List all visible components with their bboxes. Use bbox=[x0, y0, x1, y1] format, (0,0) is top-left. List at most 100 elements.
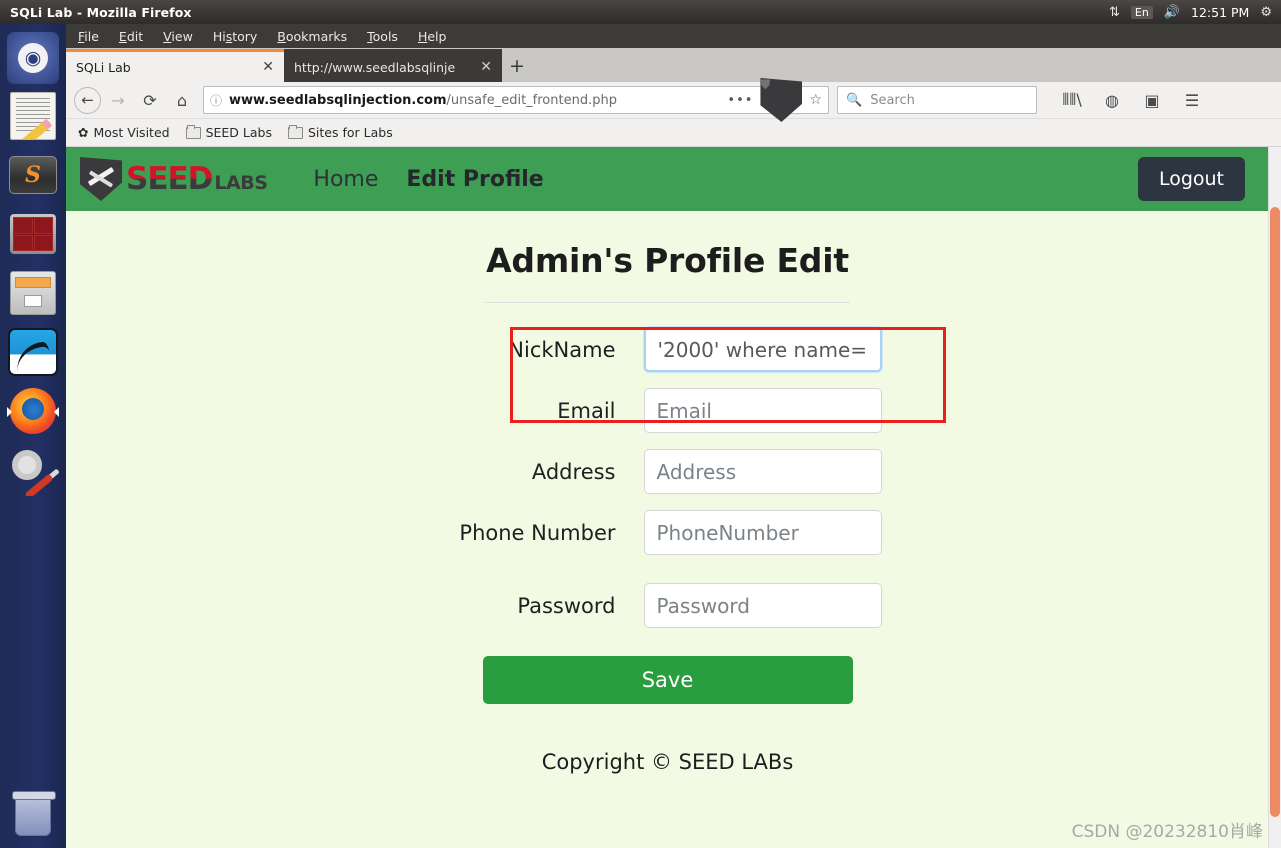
bookmark-label: Most Visited bbox=[93, 125, 170, 140]
pocket-icon[interactable]: ⛊ bbox=[760, 78, 803, 122]
launcher-running-indicator bbox=[7, 407, 12, 417]
ellipsis-icon[interactable]: ••• bbox=[727, 93, 753, 108]
sidebar-icon[interactable]: ▣ bbox=[1137, 86, 1167, 114]
menu-edit[interactable]: Edit bbox=[119, 29, 143, 44]
site-navbar: SEED LABS Home Edit Profile Logout bbox=[66, 147, 1269, 211]
document-pencil-icon bbox=[10, 92, 56, 140]
profile-edit-form: NickName '2000' where name= Email Email … bbox=[66, 327, 1269, 774]
tab-seedlabsqlinjection[interactable]: http://www.seedlabsqlinje ✕ bbox=[284, 49, 502, 82]
csdn-watermark: CSDN @20232810肖峰 bbox=[1071, 822, 1263, 842]
keyboard-layout-indicator[interactable]: En bbox=[1130, 5, 1153, 19]
url-bar[interactable]: ⓘ www.seedlabsqlinjection.com/unsafe_edi… bbox=[203, 78, 829, 122]
nav-link-edit-profile[interactable]: Edit Profile bbox=[406, 167, 543, 192]
tab-label: SQLi Lab bbox=[76, 59, 131, 75]
label-email: Email bbox=[557, 399, 616, 423]
save-button[interactable]: Save bbox=[482, 656, 853, 704]
nav-link-home[interactable]: Home bbox=[313, 167, 378, 192]
browser-menu-bar: File Edit View History Bookmarks Tools H… bbox=[66, 24, 1281, 48]
form-row-address: Address Address bbox=[66, 449, 1269, 494]
star-icon[interactable]: ☆ bbox=[809, 92, 822, 108]
folder-icon bbox=[287, 124, 303, 139]
reload-icon[interactable]: ⟳ bbox=[135, 86, 165, 114]
gear-icon[interactable]: ⚙ bbox=[1260, 6, 1272, 19]
launcher-item-file-manager[interactable] bbox=[7, 267, 59, 319]
label-phone-number: Phone Number bbox=[459, 521, 616, 545]
tab-label: http://www.seedlabsqlinje bbox=[294, 59, 456, 75]
bookmark-label: Sites for Labs bbox=[307, 125, 393, 140]
email-input[interactable]: Email bbox=[643, 388, 882, 433]
menu-help[interactable]: Help bbox=[418, 29, 447, 44]
form-row-phone-number: Phone Number PhoneNumber bbox=[66, 510, 1269, 555]
ubuntu-launcher: ◉ S bbox=[0, 24, 66, 848]
seed-shield-tools-icon bbox=[80, 157, 122, 201]
search-icon: 🔍 bbox=[846, 92, 863, 108]
launcher-item-text-editor[interactable] bbox=[7, 90, 59, 142]
url-text: www.seedlabsqlinjection.com/unsafe_edit_… bbox=[229, 93, 720, 108]
navigation-toolbar: ← → ⟳ ⌂ ⓘ www.seedlabsqlinjection.com/un… bbox=[66, 78, 1281, 122]
page-scrollbar-thumb[interactable] bbox=[1270, 207, 1280, 817]
new-tab-button[interactable]: + bbox=[502, 49, 532, 82]
search-bar[interactable]: 🔍 Search bbox=[837, 86, 1037, 114]
form-row-password: Password Password bbox=[66, 583, 1269, 628]
hamburger-menu-icon[interactable]: ☰ bbox=[1177, 86, 1207, 114]
label-nickname: NickName bbox=[508, 338, 616, 362]
nickname-input[interactable]: '2000' where name= bbox=[643, 327, 882, 372]
launcher-item-sublime-text[interactable]: S bbox=[7, 149, 59, 201]
label-address: Address bbox=[531, 460, 616, 484]
close-icon[interactable]: ✕ bbox=[480, 59, 492, 75]
window-title: SQLi Lab - Mozilla Firefox bbox=[10, 4, 192, 20]
title-divider bbox=[485, 302, 850, 303]
launcher-item-wireshark[interactable] bbox=[7, 326, 59, 378]
shark-fin-icon bbox=[8, 328, 58, 376]
terminal-icon bbox=[10, 214, 56, 254]
tab-strip: SQLi Lab ✕ http://www.seedlabsqlinje ✕ + bbox=[66, 48, 1281, 82]
page-content: Admin's Profile Edit NickName '2000' whe… bbox=[66, 241, 1269, 848]
page-title: Admin's Profile Edit bbox=[486, 241, 849, 280]
folder-icon bbox=[185, 124, 201, 139]
system-tray: ⇅ En 🔊 12:51 PM ⚙ bbox=[1109, 5, 1272, 20]
page-scrollbar[interactable] bbox=[1268, 147, 1281, 848]
site-info-icon[interactable]: ⓘ bbox=[210, 92, 222, 109]
sync-account-icon[interactable]: ◍ bbox=[1097, 86, 1127, 114]
library-icon[interactable]: ⦀⦀\ bbox=[1057, 86, 1087, 114]
launcher-item-firefox[interactable] bbox=[7, 385, 59, 437]
launcher-item-terminal[interactable] bbox=[7, 208, 59, 260]
menu-view[interactable]: View bbox=[163, 29, 193, 44]
tab-sqli-lab[interactable]: SQLi Lab ✕ bbox=[66, 49, 284, 82]
url-domain: www.seedlabsqlinjection.com bbox=[229, 92, 447, 108]
form-row-email: Email Email bbox=[66, 388, 1269, 433]
site-logo[interactable]: SEED LABS bbox=[80, 157, 268, 201]
logo-labs-text: LABS bbox=[214, 171, 268, 194]
close-icon[interactable]: ✕ bbox=[262, 59, 274, 75]
menu-tools[interactable]: Tools bbox=[367, 29, 398, 44]
launcher-item-trash[interactable] bbox=[7, 790, 59, 842]
launcher-item-ubuntu-dash[interactable]: ◉ bbox=[7, 32, 59, 84]
menu-file[interactable]: File bbox=[78, 29, 99, 44]
home-icon[interactable]: ⌂ bbox=[167, 86, 197, 114]
speaker-icon[interactable]: 🔊 bbox=[1164, 6, 1180, 19]
phone-number-input[interactable]: PhoneNumber bbox=[643, 510, 882, 555]
system-clock[interactable]: 12:51 PM bbox=[1191, 5, 1249, 20]
bookmark-most-visited[interactable]: ✿ Most Visited bbox=[78, 125, 170, 140]
network-icon[interactable]: ⇅ bbox=[1109, 6, 1120, 19]
forward-arrow-icon: → bbox=[111, 90, 125, 110]
back-arrow-icon[interactable]: ← bbox=[74, 86, 101, 114]
address-input[interactable]: Address bbox=[643, 449, 882, 494]
logo-seed-text: SEED bbox=[126, 160, 213, 197]
bookmark-label: SEED Labs bbox=[205, 125, 272, 140]
bookmark-seed-labs[interactable]: SEED Labs bbox=[185, 124, 272, 140]
star-burst-icon: ✿ bbox=[78, 125, 89, 140]
logout-button[interactable]: Logout bbox=[1137, 157, 1245, 201]
password-input[interactable]: Password bbox=[643, 583, 882, 628]
toolbar-right-icons: ⦀⦀\ ◍ ▣ ☰ bbox=[1051, 86, 1207, 114]
bookmarks-toolbar: ✿ Most Visited SEED Labs Sites for Labs bbox=[66, 119, 1281, 147]
file-cabinet-icon bbox=[10, 271, 56, 315]
bookmark-sites-for-labs[interactable]: Sites for Labs bbox=[287, 124, 393, 140]
menu-history[interactable]: History bbox=[213, 29, 257, 44]
launcher-focused-indicator bbox=[54, 407, 59, 417]
menu-bookmarks[interactable]: Bookmarks bbox=[277, 29, 347, 44]
search-input[interactable]: Search bbox=[870, 93, 915, 108]
launcher-item-system-settings[interactable] bbox=[7, 444, 59, 496]
tab-strip-empty-area bbox=[532, 49, 1281, 82]
page-footer: Copyright © SEED LABs bbox=[541, 750, 794, 774]
